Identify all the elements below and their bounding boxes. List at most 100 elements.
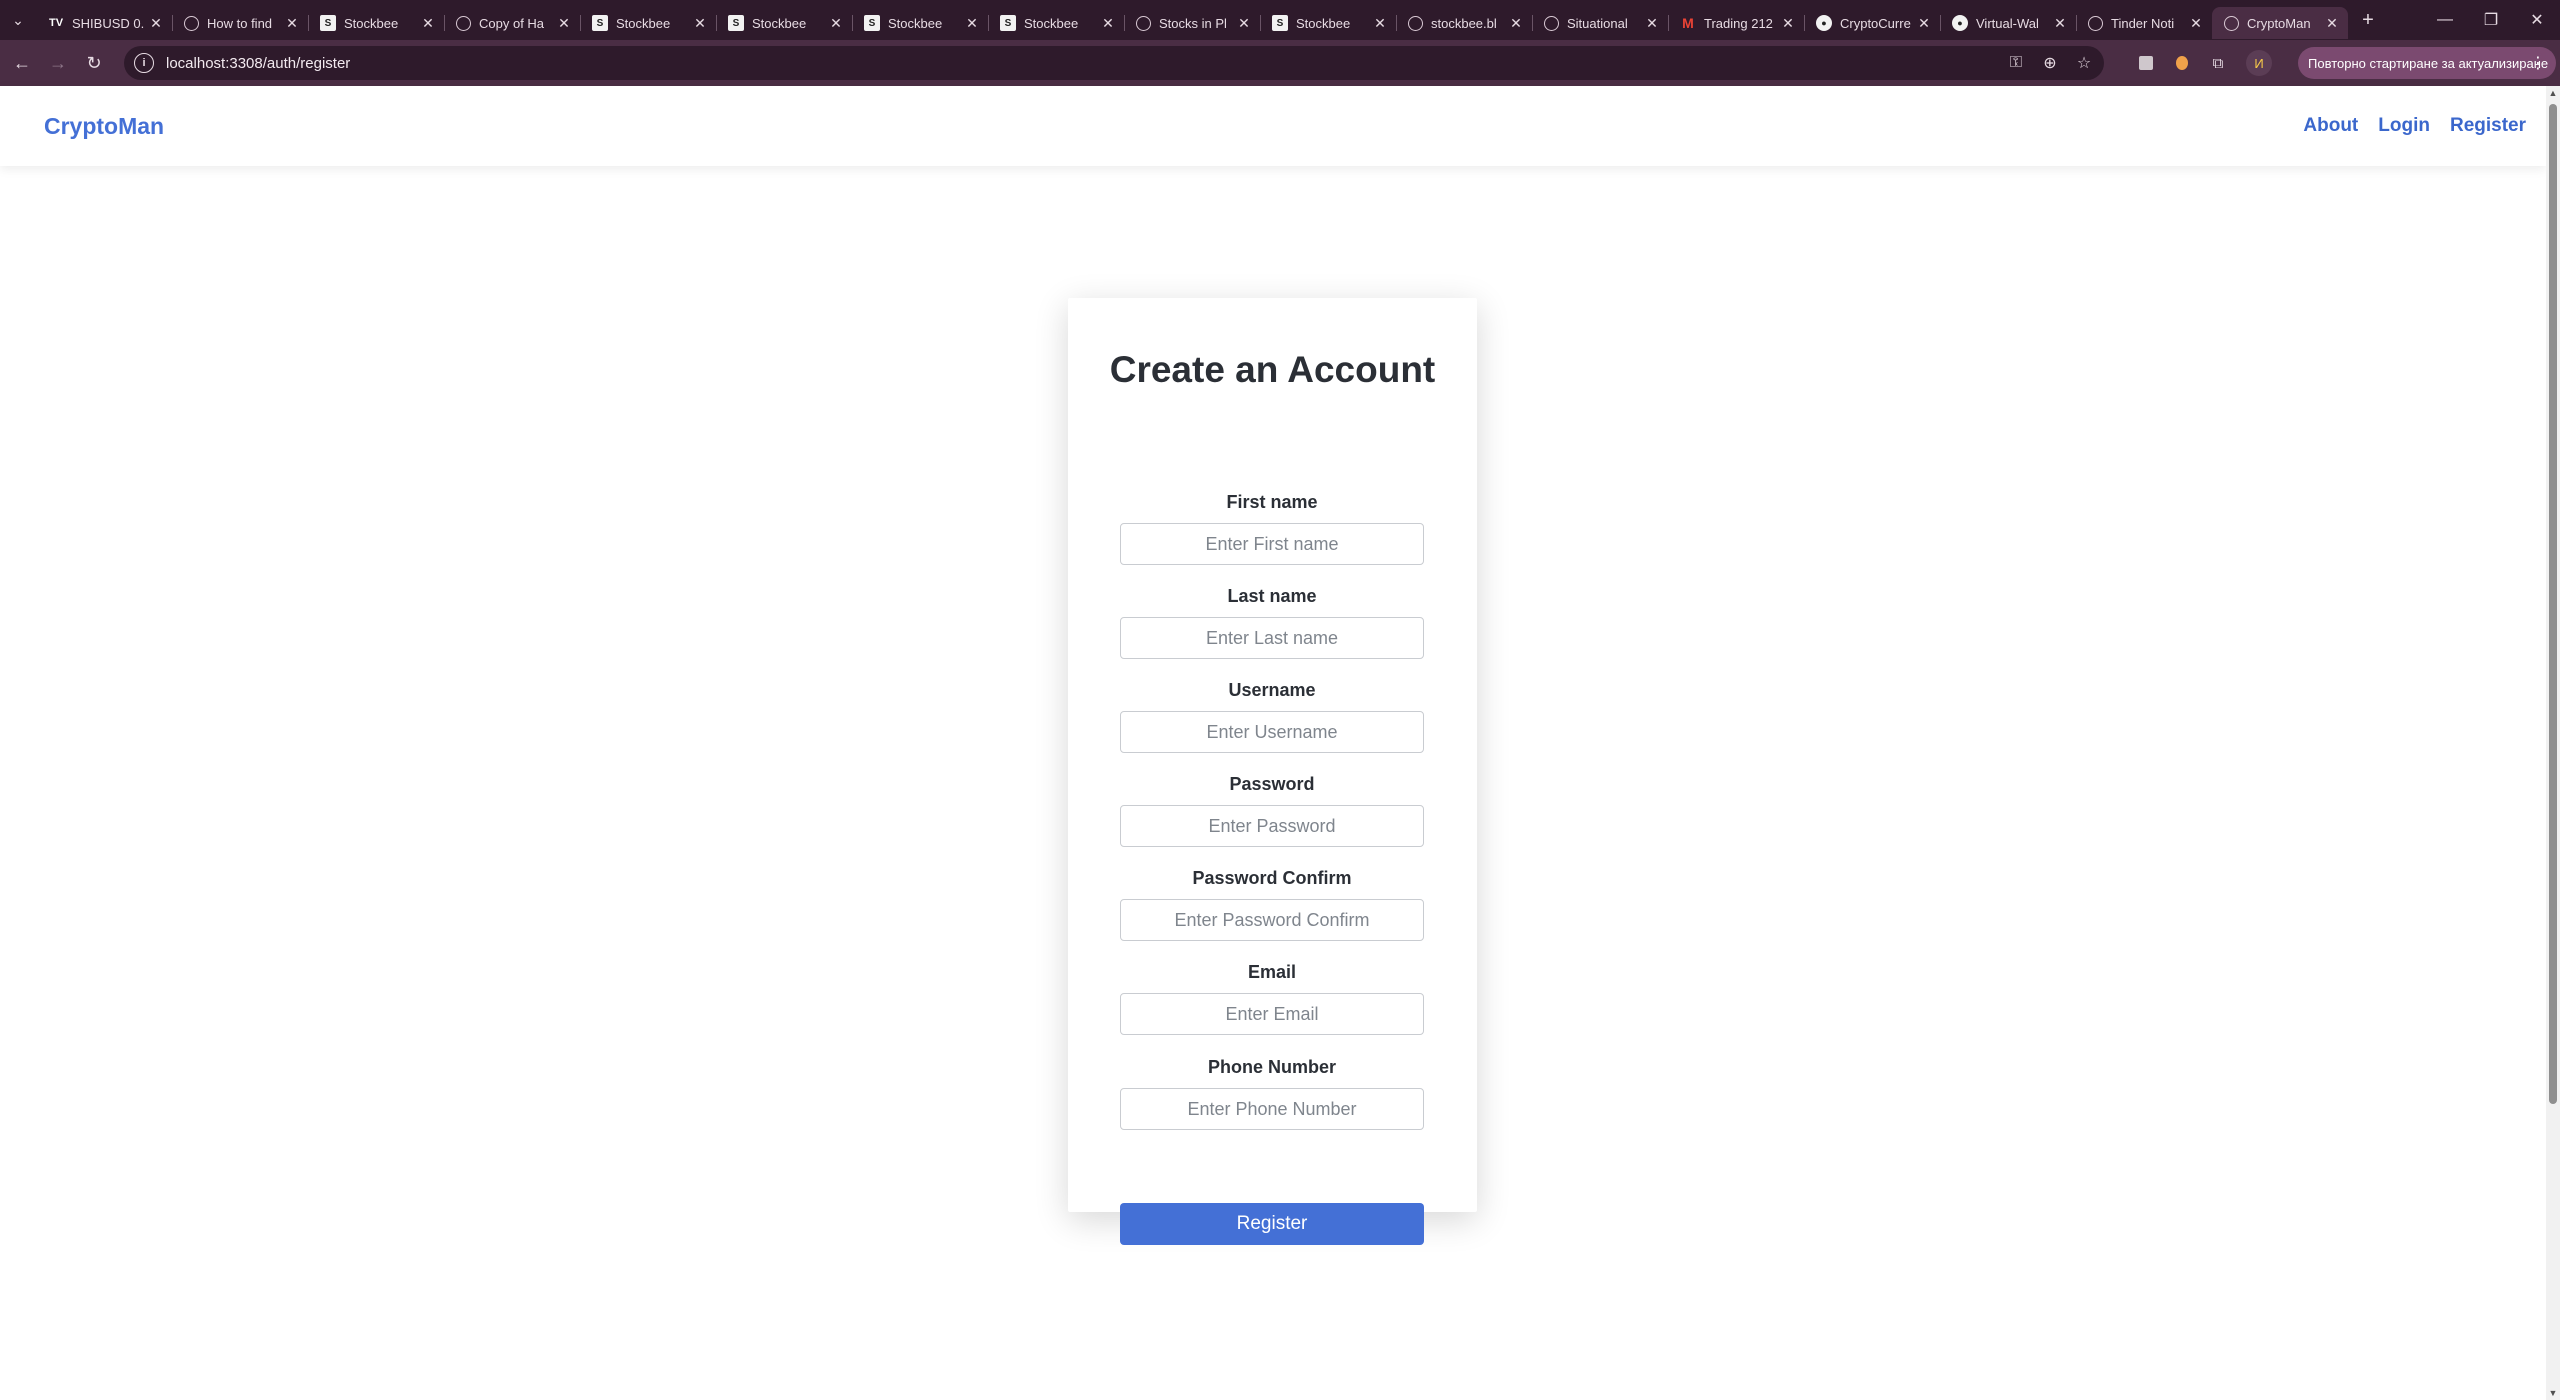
- browser-tab[interactable]: TV SHIBUSD 0.0 ✕: [36, 7, 172, 39]
- tab-list: TV SHIBUSD 0.0 ✕ How to find ✕ S Stockbee ✕ C…: [36, 0, 2348, 40]
- username-input[interactable]: [1120, 711, 1424, 753]
- close-tab-icon[interactable]: ✕: [556, 15, 572, 32]
- phone-number-input[interactable]: [1120, 1088, 1424, 1130]
- password-key-icon[interactable]: ⚿: [2006, 54, 2026, 72]
- browser-tab[interactable]: stockbee.bl ✕: [1396, 7, 1532, 39]
- new-tab-plus-icon[interactable]: +: [2354, 6, 2382, 34]
- close-tab-icon[interactable]: ✕: [1508, 15, 1524, 32]
- tab-title: Stockbee: [616, 15, 671, 31]
- nav-link-register[interactable]: Register: [2450, 115, 2526, 137]
- close-tab-icon[interactable]: ✕: [148, 15, 164, 32]
- close-tab-icon[interactable]: ✕: [2324, 15, 2340, 32]
- browser-tab[interactable]: How to find ✕: [172, 7, 308, 39]
- nav-link-about[interactable]: About: [2303, 115, 2358, 137]
- stockbee-icon: S: [864, 15, 880, 31]
- close-tab-icon[interactable]: ✕: [692, 15, 708, 32]
- globe-icon: [1136, 15, 1151, 31]
- tab-title: Stocks in Pl: [1159, 15, 1227, 31]
- close-tab-icon[interactable]: ✕: [420, 15, 436, 32]
- first-name-field-group: First name: [1120, 491, 1424, 565]
- restart-label: Повторно стартиране за актуализиране: [2308, 55, 2549, 71]
- bookmark-star-icon[interactable]: ☆: [2074, 53, 2094, 73]
- profile-avatar[interactable]: И: [2246, 50, 2272, 76]
- stockbee-icon: S: [592, 15, 608, 31]
- close-tab-icon[interactable]: ✕: [2188, 15, 2204, 32]
- address-bar-actions: ⚿ ⊕ ☆: [2006, 46, 2094, 80]
- browser-tab[interactable]: S Stockbee ✕: [716, 7, 852, 39]
- email-input[interactable]: [1120, 993, 1424, 1035]
- scrollbar-thumb[interactable]: [2549, 104, 2557, 1104]
- site-info-icon[interactable]: i: [134, 53, 154, 73]
- first-name-input[interactable]: [1120, 523, 1424, 565]
- tab-title: CryptoMan: [2247, 15, 2311, 31]
- close-tab-icon[interactable]: ✕: [964, 15, 980, 32]
- browser-tab[interactable]: Stocks in Pl ✕: [1124, 7, 1260, 39]
- browser-tab[interactable]: S Stockbee ✕: [852, 7, 988, 39]
- username-field-group: Username: [1120, 679, 1424, 753]
- tab-title: Virtual-Wal: [1976, 15, 2039, 31]
- browser-tab[interactable]: S Stockbee ✕: [1260, 7, 1396, 39]
- minimize-icon[interactable]: —: [2422, 0, 2468, 40]
- window-controls: — ❐ ✕: [2422, 0, 2560, 40]
- password-field-group: Password: [1120, 773, 1424, 847]
- brand-logo-link[interactable]: CryptoMan: [44, 113, 164, 140]
- site-navbar: CryptoMan About Login Register: [0, 86, 2546, 166]
- browser-tab[interactable]: S Stockbee ✕: [308, 7, 444, 39]
- extension-icon[interactable]: [2132, 49, 2160, 77]
- scroll-down-arrow-icon[interactable]: ▼: [2546, 1386, 2560, 1400]
- browser-tab[interactable]: Tinder Noti ✕: [2076, 7, 2212, 39]
- address-bar[interactable]: i localhost:3308/auth/register ⚿ ⊕ ☆: [124, 46, 2104, 80]
- tab-title: Tinder Noti: [2111, 15, 2175, 31]
- scroll-up-arrow-icon[interactable]: ▲: [2546, 86, 2560, 100]
- close-tab-icon[interactable]: ✕: [1236, 15, 1252, 32]
- tab-search-chevron-icon[interactable]: ⌄: [4, 6, 32, 34]
- browser-tab[interactable]: S Stockbee ✕: [580, 7, 716, 39]
- browser-tab[interactable]: Situational ✕: [1532, 7, 1668, 39]
- close-tab-icon[interactable]: ✕: [828, 15, 844, 32]
- tab-title: SHIBUSD 0.0: [72, 15, 144, 31]
- extension-icon[interactable]: [2168, 49, 2196, 77]
- close-tab-icon[interactable]: ✕: [1100, 15, 1116, 32]
- extensions-area: ⧉ И: [2132, 45, 2272, 81]
- tab-title: How to find: [207, 15, 273, 31]
- reload-icon[interactable]: ↻: [76, 45, 112, 81]
- nav-link-login[interactable]: Login: [2378, 115, 2430, 137]
- restore-icon[interactable]: ❐: [2468, 0, 2514, 40]
- stockbee-icon: S: [320, 15, 336, 31]
- close-tab-icon[interactable]: ✕: [1916, 15, 1932, 32]
- last-name-input[interactable]: [1120, 617, 1424, 659]
- browser-tab[interactable]: ● CryptoCurre ✕: [1804, 7, 1940, 39]
- browser-tab[interactable]: ● Virtual-Wal ✕: [1940, 7, 2076, 39]
- close-tab-icon[interactable]: ✕: [2052, 15, 2068, 32]
- password-confirm-field-group: Password Confirm: [1120, 867, 1424, 941]
- browser-tab[interactable]: M Trading 212 ✕: [1668, 7, 1804, 39]
- close-window-icon[interactable]: ✕: [2514, 0, 2560, 40]
- tab-title: Stockbee: [888, 15, 943, 31]
- username-label: Username: [1228, 680, 1316, 700]
- tab-title: Trading 212: [1704, 15, 1773, 31]
- page-scrollbar[interactable]: ▲ ▼: [2546, 86, 2560, 1400]
- close-tab-icon[interactable]: ✕: [1644, 15, 1660, 32]
- globe-icon: [1544, 15, 1559, 31]
- forward-arrow-icon[interactable]: →: [40, 45, 76, 81]
- register-submit-button[interactable]: Register: [1120, 1203, 1424, 1245]
- close-tab-icon[interactable]: ✕: [284, 15, 300, 32]
- close-tab-icon[interactable]: ✕: [1780, 15, 1796, 32]
- password-confirm-label: Password Confirm: [1192, 868, 1352, 888]
- restart-to-update-button[interactable]: Повторно стартиране за актуализиране ⋮: [2298, 47, 2556, 79]
- globe-icon: [1408, 15, 1423, 31]
- back-arrow-icon[interactable]: ←: [4, 45, 40, 81]
- zoom-icon[interactable]: ⊕: [2040, 53, 2060, 73]
- url-text[interactable]: localhost:3308/auth/register: [166, 55, 350, 72]
- browser-tab-active[interactable]: CryptoMan ✕: [2212, 7, 2348, 39]
- more-menu-icon[interactable]: ⋮: [2530, 53, 2546, 73]
- browser-tab[interactable]: S Stockbee ✕: [988, 7, 1124, 39]
- password-input[interactable]: [1120, 805, 1424, 847]
- password-label: Password: [1229, 774, 1315, 794]
- globe-icon: [2224, 15, 2239, 31]
- password-confirm-input[interactable]: [1120, 899, 1424, 941]
- browser-tab[interactable]: Copy of Ha ✕: [444, 7, 580, 39]
- register-card: Create an Account First name Last name U…: [1068, 298, 1477, 1245]
- close-tab-icon[interactable]: ✕: [1372, 15, 1388, 32]
- extensions-puzzle-icon[interactable]: ⧉: [2204, 49, 2232, 77]
